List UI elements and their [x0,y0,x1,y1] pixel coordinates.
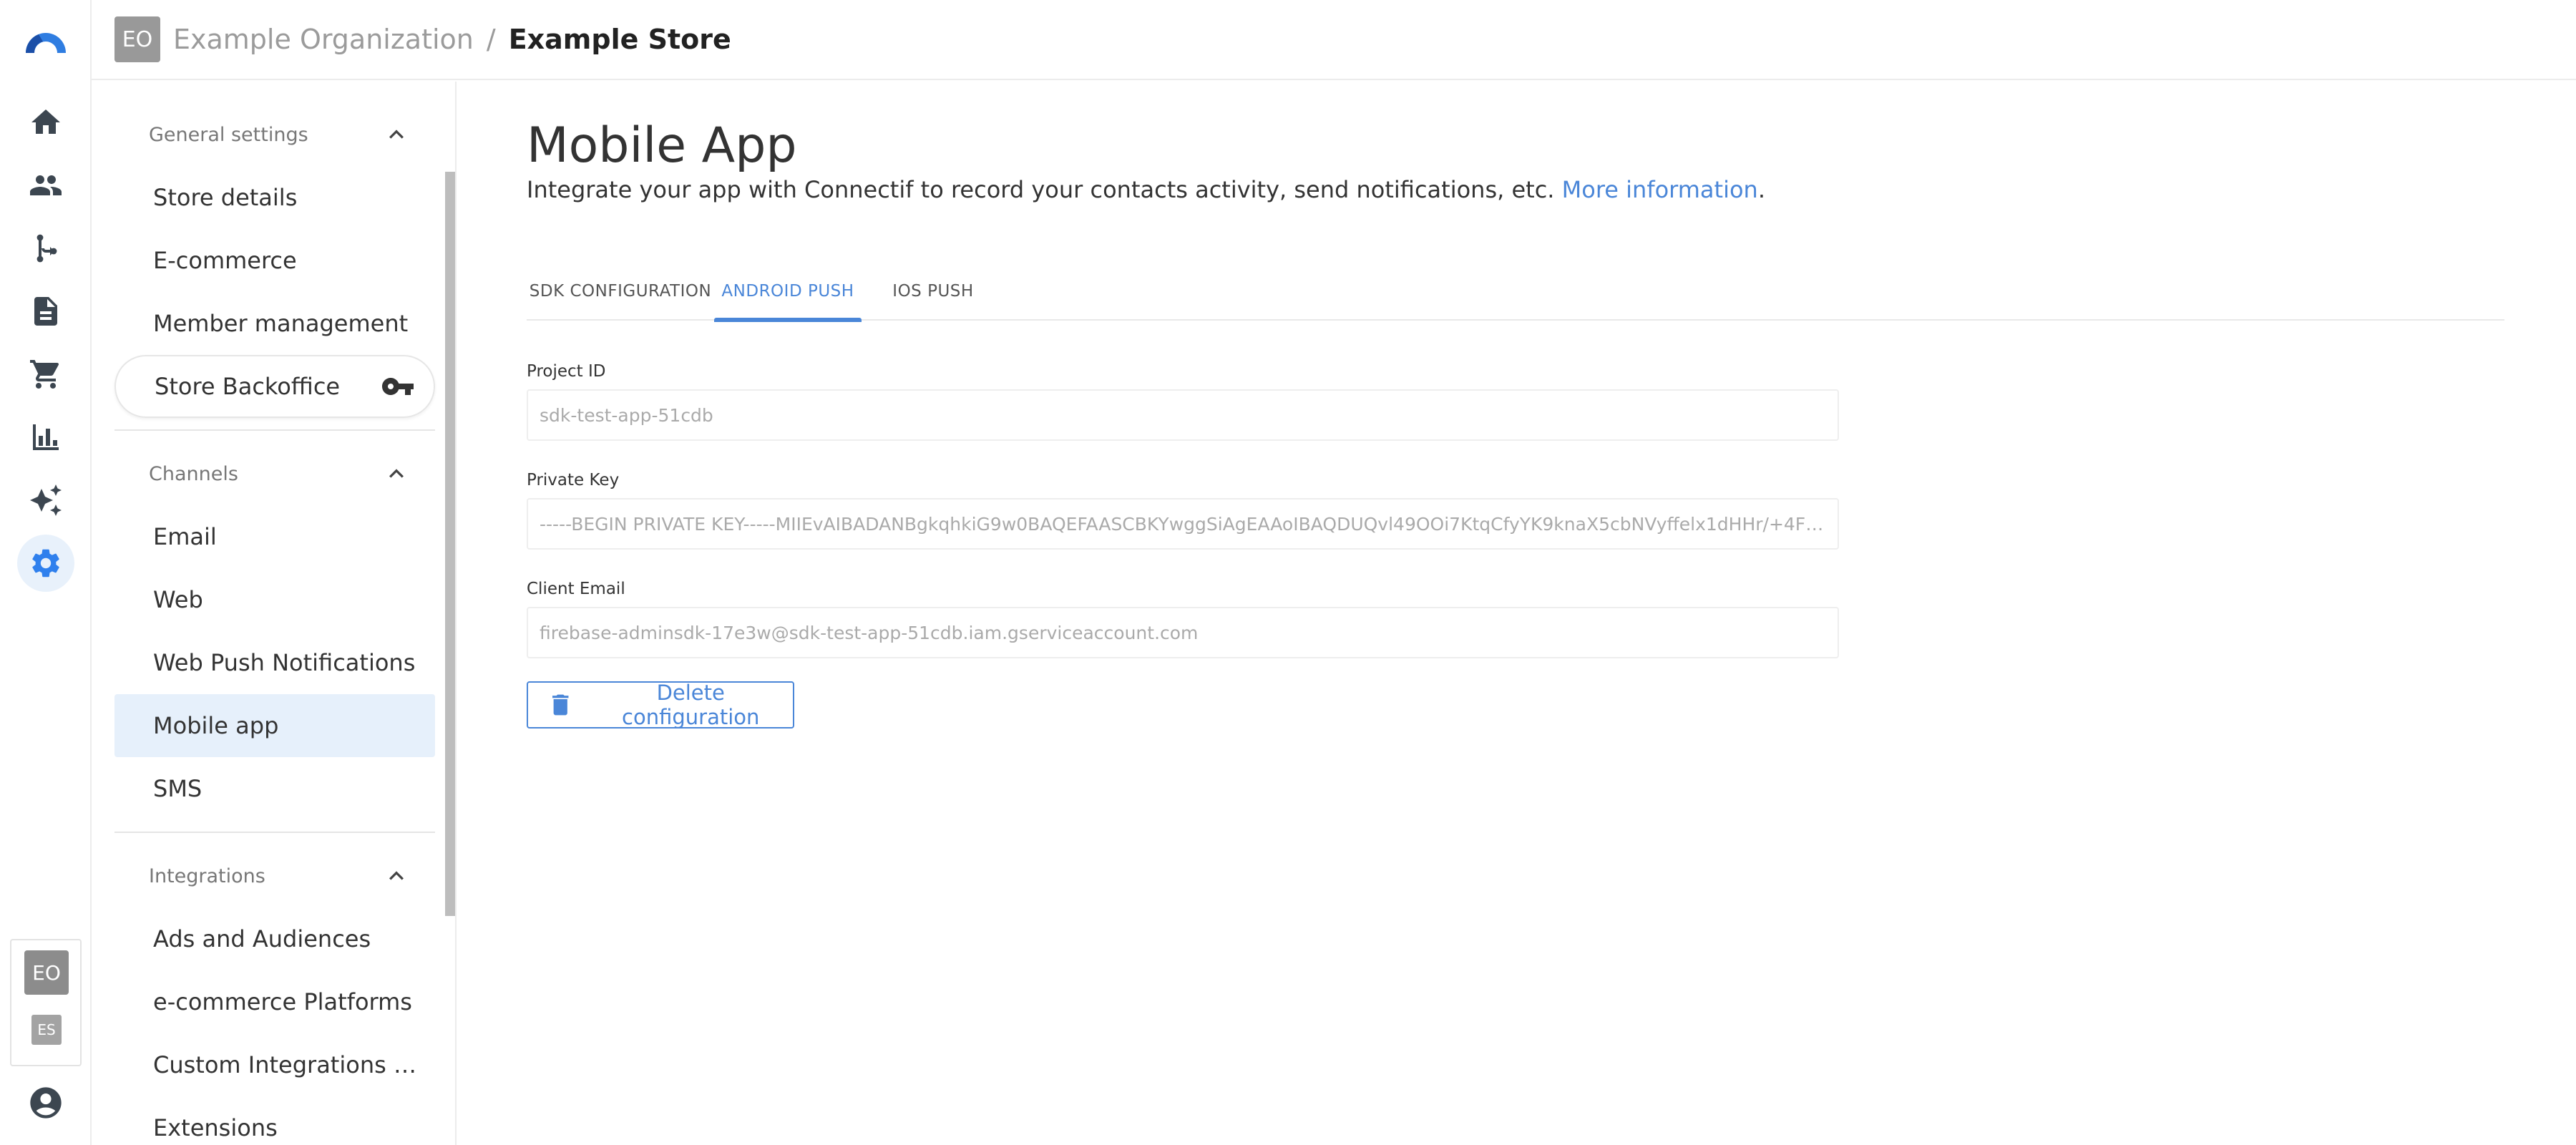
group-title: General settings [149,123,308,146]
group-general-settings[interactable]: General settings [110,113,431,156]
project-id-label: Project ID [527,362,606,381]
sidebar-scrollbar[interactable] [445,172,455,916]
sidebar-item-custom-integrations[interactable]: Custom Integrations (webhooks) [114,1033,435,1096]
content-icon[interactable] [17,283,74,340]
private-key-field[interactable]: -----BEGIN PRIVATE KEY-----MIIEvAIBADANB… [527,498,1839,550]
project-id-field[interactable]: sdk-test-app-51cdb [527,389,1839,441]
main-content: Mobile App Integrate your app with Conne… [458,82,2576,1145]
group-title: Channels [149,462,238,485]
sidebar-item-member-management[interactable]: Member management [114,292,435,355]
sidebar-item-email[interactable]: Email [114,505,435,568]
tab-android-push[interactable]: ANDROID PUSH [714,262,862,322]
sidebar-item-web[interactable]: Web [114,568,435,631]
group-title: Integrations [149,864,265,887]
chevron-up-icon [389,130,404,139]
delete-configuration-button[interactable]: Delete configuration [527,681,794,729]
divider [114,429,435,431]
sidebar-item-store-details[interactable]: Store details [114,166,435,229]
sidebar-item-web-push-notifications[interactable]: Web Push Notifications [114,631,435,694]
org-avatar[interactable]: EO [114,16,160,62]
cart-icon[interactable] [17,346,74,403]
chevron-up-icon [389,871,404,880]
settings-sidebar: General settings Store details E-commerc… [93,82,457,1145]
sidebar-item-ecommerce-platforms[interactable]: e-commerce Platforms [114,970,435,1033]
more-information-link[interactable]: More information [1562,176,1758,203]
sidebar-item-ads-and-audiences[interactable]: Ads and Audiences [114,907,435,970]
workspace-switcher: EO ES [10,939,82,1066]
breadcrumb-store[interactable]: Example Store [509,24,731,55]
connectif-logo[interactable] [23,24,69,56]
divider [114,832,435,833]
private-key-label: Private Key [527,471,620,489]
workspace-badge-organization[interactable]: EO [24,950,69,995]
client-email-label: Client Email [527,580,625,598]
sidebar-item-store-backoffice[interactable]: Store Backoffice [114,355,435,418]
group-integrations[interactable]: Integrations [110,854,431,897]
sidebar-item-e-commerce[interactable]: E-commerce [114,229,435,292]
home-icon[interactable] [17,94,74,151]
group-channels[interactable]: Channels [110,452,431,495]
contacts-icon[interactable] [17,157,74,214]
client-email-field[interactable]: firebase-adminsdk-17e3w@sdk-test-app-51c… [527,607,1839,658]
workspace-badge-store[interactable]: ES [31,1015,62,1045]
reports-icon[interactable] [17,409,74,466]
icon-rail: EO ES [0,0,92,1145]
chevron-up-icon [389,469,404,478]
key-icon [382,378,414,395]
sidebar-item-extensions[interactable]: Extensions [114,1096,435,1145]
tab-indicator [714,318,862,322]
breadcrumb-separator: / [486,24,496,55]
sidebar-item-sms[interactable]: SMS [114,757,435,820]
ai-icon[interactable] [17,472,74,529]
breadcrumb-organization[interactable]: Example Organization [173,24,474,55]
tab-ios-push[interactable]: IOS PUSH [862,262,1005,321]
settings-icon[interactable] [17,535,74,592]
tab-sdk-configuration[interactable]: SDK CONFIGURATION [527,262,714,321]
workflows-icon[interactable] [17,220,74,277]
account-icon[interactable] [27,1084,64,1121]
trash-icon [552,694,569,716]
top-bar: EO Example Organization / Example Store [92,0,2576,80]
tab-bar: SDK CONFIGURATION ANDROID PUSH IOS PUSH [527,262,2504,322]
page-description: Integrate your app with Connectif to rec… [527,176,1765,203]
sidebar-item-mobile-app[interactable]: Mobile app [114,694,435,757]
page-title: Mobile App [527,117,797,174]
